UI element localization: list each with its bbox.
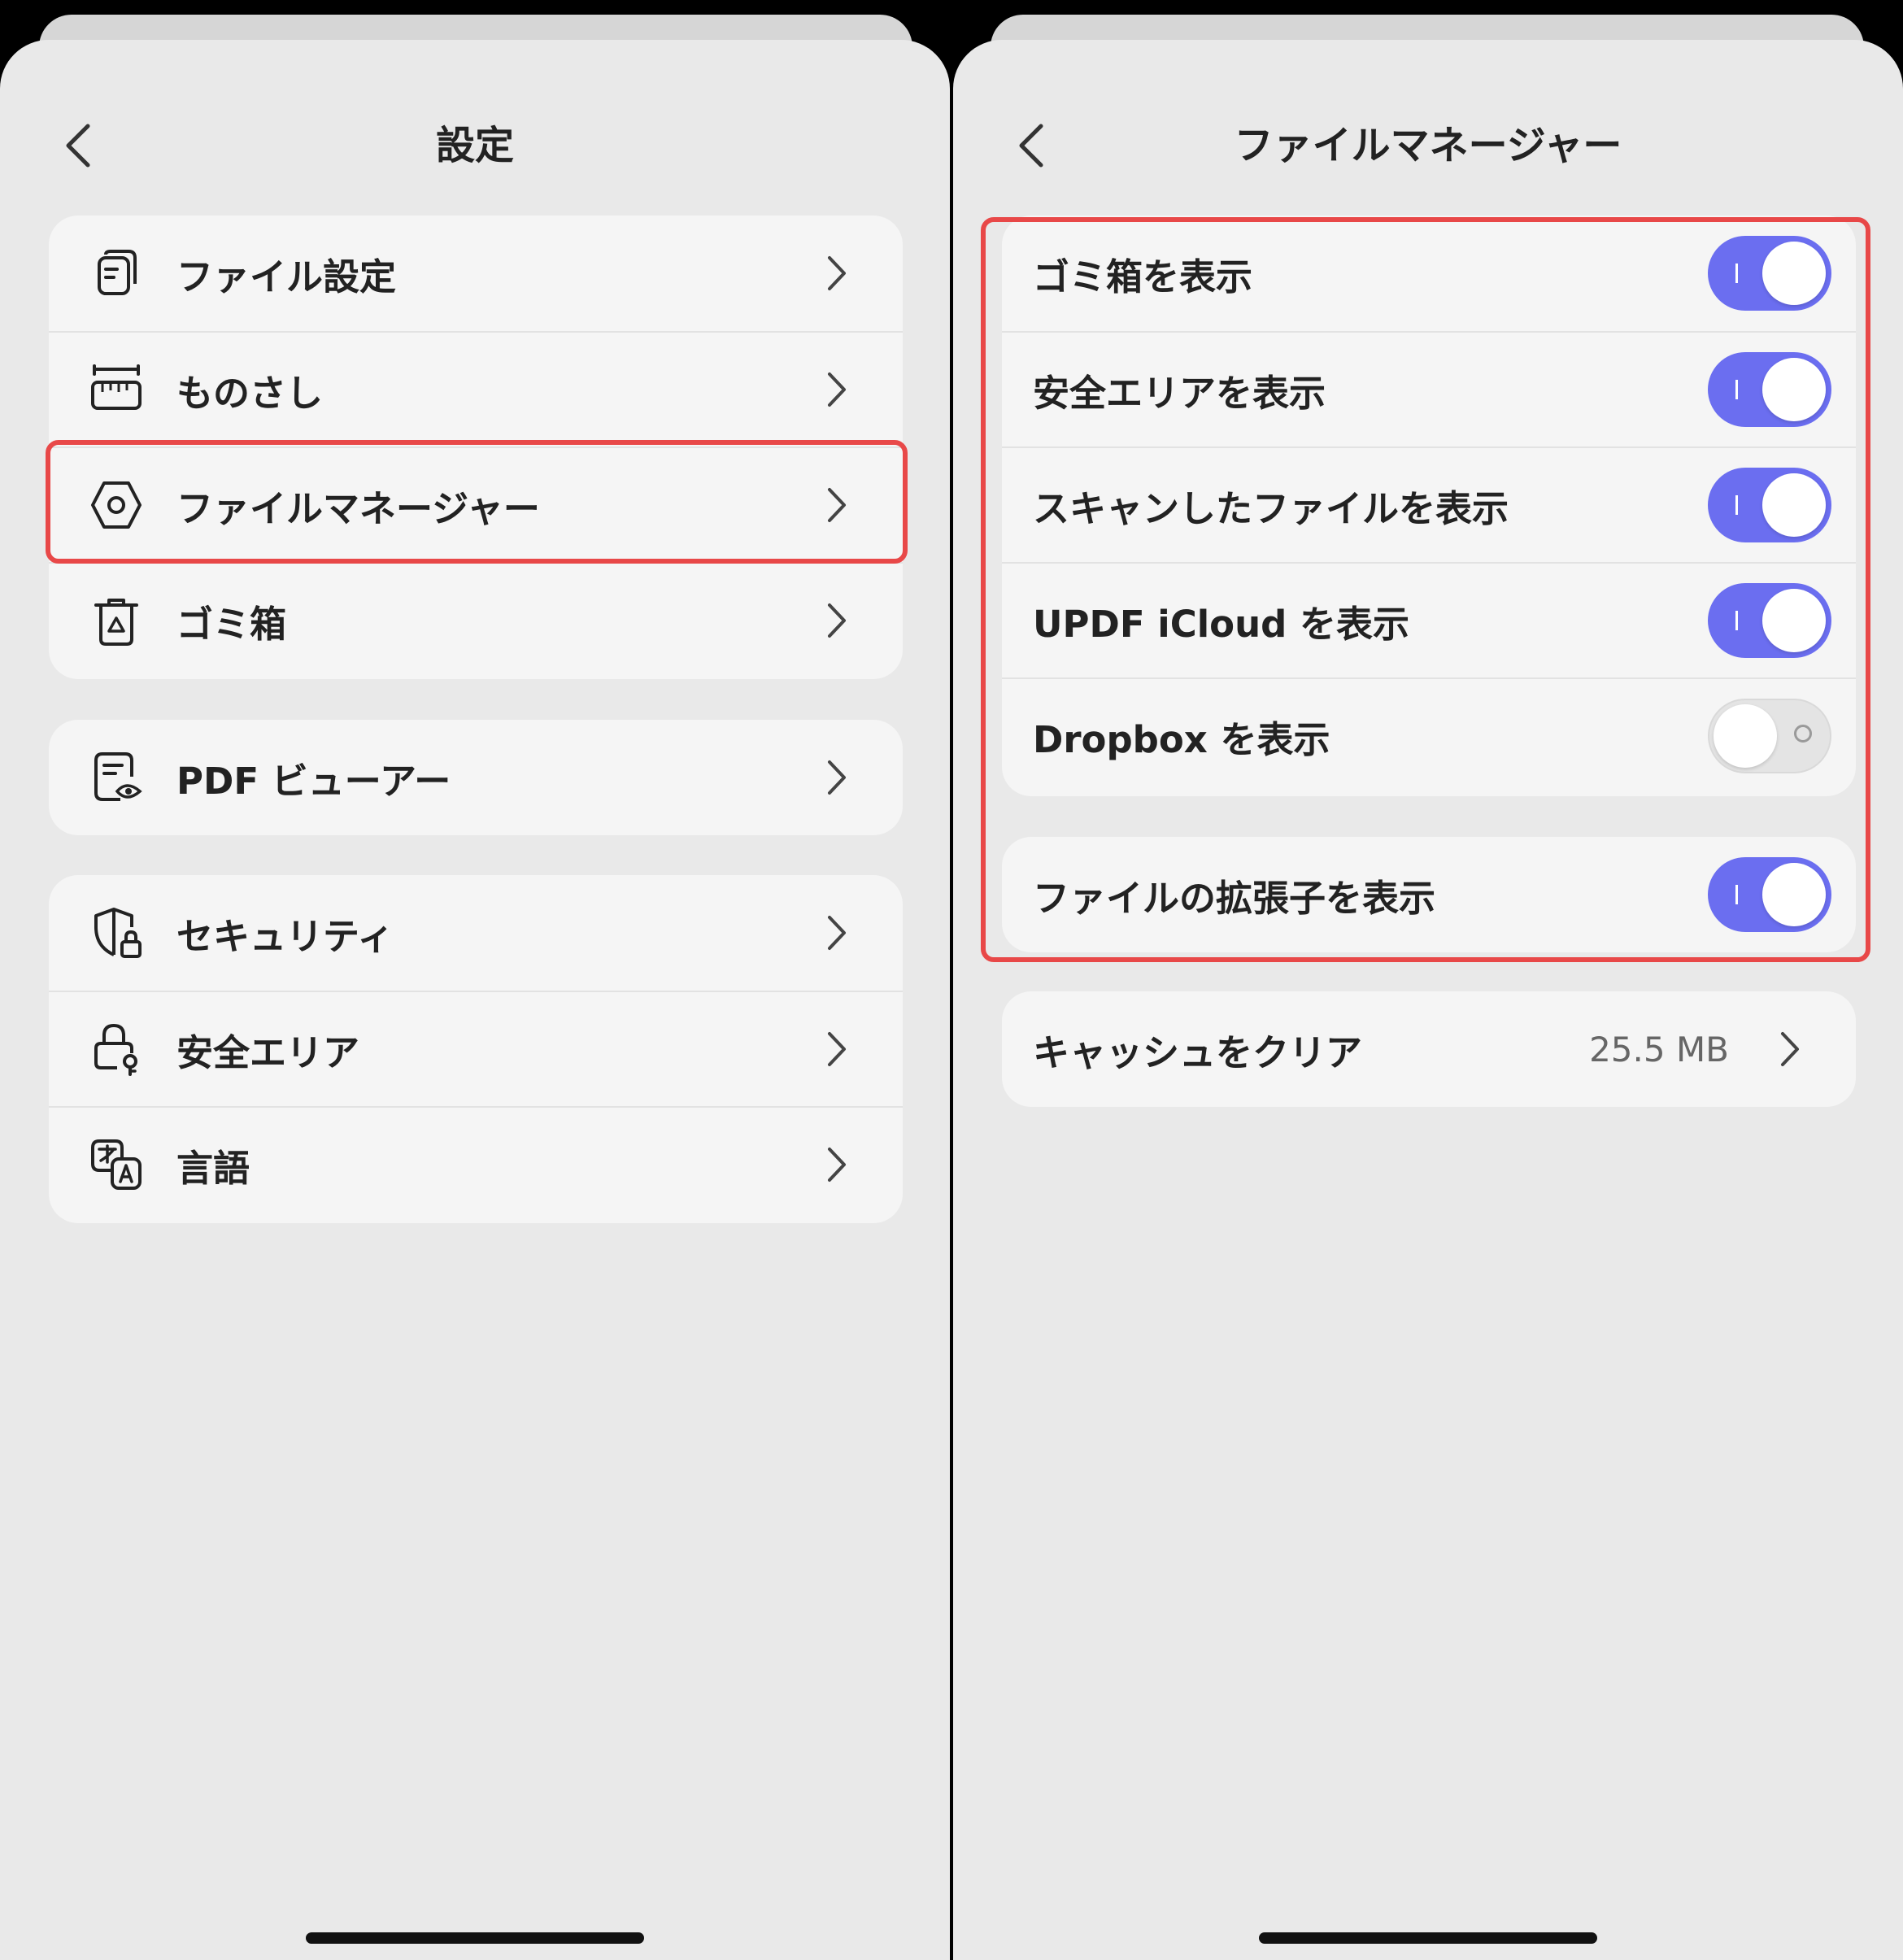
toggle-label: ゴミ箱を表示 — [1033, 255, 1253, 298]
toggle-row-extension: ファイルの拡張子を表示 — [1002, 837, 1856, 952]
trash-icon — [94, 599, 138, 646]
chevron-right-icon — [828, 1032, 846, 1066]
chevron-right-icon — [828, 256, 846, 290]
chevron-right-icon — [828, 372, 846, 407]
settings-item-ruler[interactable]: ものさし — [49, 331, 903, 446]
settings-item-trash[interactable]: ゴミ箱 — [49, 562, 903, 677]
settings-item-label: 言語 — [176, 1146, 250, 1190]
settings-group-viewer: PDF ビューアー — [49, 720, 903, 835]
settings-item-label: 安全エリア — [176, 1030, 360, 1074]
toggle-row-icloud: UPDF iCloud を表示 — [1002, 562, 1856, 677]
show-icloud-toggle[interactable] — [1708, 583, 1831, 658]
home-indicator — [1259, 1932, 1597, 1944]
toggle-row-secure-area: 安全エリアを表示 — [1002, 331, 1856, 446]
shield-lock-icon — [94, 908, 142, 958]
translate-icon — [91, 1139, 142, 1190]
settings-item-file-settings[interactable]: ファイル設定 — [49, 216, 903, 331]
page-title: 設定 — [435, 123, 514, 168]
cache-size-value: 25.5 MB — [1589, 1029, 1729, 1069]
home-indicator — [306, 1932, 644, 1944]
toggle-label: ファイルの拡張子を表示 — [1033, 876, 1436, 920]
show-secure-area-toggle[interactable] — [1708, 352, 1831, 427]
page-title: ファイルマネージャー — [1234, 123, 1622, 168]
cache-group: キャッシュをクリア 25.5 MB — [1002, 991, 1856, 1107]
file-settings-icon — [98, 250, 137, 295]
settings-item-label: セキュリティ — [176, 914, 394, 958]
toggle-label: スキャンしたファイルを表示 — [1033, 486, 1509, 530]
chevron-right-icon — [828, 1148, 846, 1182]
visibility-toggle-group: ゴミ箱を表示 安全エリアを表示 スキャンしたファイルを表示 UPDF iClou… — [1002, 216, 1856, 796]
settings-group-files: ファイル設定 ものさし ファイルマネージャー ゴミ箱 — [49, 216, 903, 679]
toggle-row-dropbox: Dropbox を表示 — [1002, 677, 1856, 793]
chevron-right-icon — [828, 760, 846, 795]
toggle-label: UPDF iCloud を表示 — [1033, 602, 1409, 646]
show-extension-toggle[interactable] — [1708, 857, 1831, 932]
toggle-row-scanned: スキャンしたファイルを表示 — [1002, 446, 1856, 562]
show-dropbox-toggle[interactable] — [1708, 699, 1831, 773]
settings-item-language[interactable]: 言語 — [49, 1106, 903, 1222]
toggle-label: Dropbox を表示 — [1033, 717, 1330, 761]
settings-item-pdf-viewer[interactable]: PDF ビューアー — [49, 720, 903, 835]
settings-item-security[interactable]: セキュリティ — [49, 875, 903, 991]
clear-cache-row[interactable]: キャッシュをクリア 25.5 MB — [1002, 991, 1856, 1107]
document-eye-icon — [94, 752, 142, 801]
chevron-right-icon — [828, 603, 846, 638]
settings-item-label: ファイル設定 — [176, 255, 397, 298]
hexagon-gear-icon — [91, 481, 142, 529]
show-trash-toggle[interactable] — [1708, 236, 1831, 311]
settings-item-secure-area[interactable]: 安全エリア — [49, 991, 903, 1106]
ruler-icon — [91, 364, 142, 410]
lock-key-icon — [94, 1023, 137, 1076]
clear-cache-label: キャッシュをクリア — [1033, 1030, 1363, 1074]
extension-toggle-group: ファイルの拡張子を表示 — [1002, 837, 1856, 952]
settings-item-label: PDF ビューアー — [176, 759, 451, 803]
toggle-row-trash: ゴミ箱を表示 — [1002, 216, 1856, 331]
settings-group-security: セキュリティ 安全エリア 言語 — [49, 875, 903, 1223]
settings-screen: 設定 ファイル設定 ものさし ファイルマネージャー ゴミ箱 PDF ビューアー … — [0, 40, 950, 1960]
file-manager-screen: ファイルマネージャー ゴミ箱を表示 安全エリアを表示 スキャンしたファイルを表示… — [953, 40, 1903, 1960]
show-scanned-toggle[interactable] — [1708, 468, 1831, 542]
settings-item-file-manager[interactable]: ファイルマネージャー — [49, 446, 903, 562]
settings-item-label: ゴミ箱 — [176, 602, 287, 646]
settings-item-label: ものさし — [176, 371, 324, 415]
settings-item-label: ファイルマネージャー — [176, 486, 540, 530]
chevron-right-icon — [828, 488, 846, 522]
chevron-right-icon — [1781, 1032, 1799, 1066]
toggle-label: 安全エリアを表示 — [1033, 371, 1326, 415]
chevron-right-icon — [828, 916, 846, 950]
